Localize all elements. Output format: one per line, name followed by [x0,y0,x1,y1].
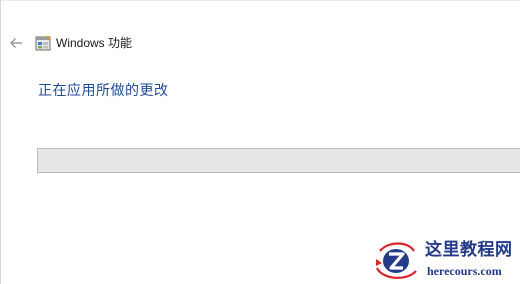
windows-features-icon [35,36,51,51]
watermark-url: herecours.com [427,264,502,278]
window-top-edge [1,0,520,1]
progress-bar [37,148,520,173]
watermark: 这里教程网 herecours.com [372,237,520,284]
applying-changes-heading: 正在应用所做的更改 [38,83,169,99]
window-title: Windows 功能 [56,36,133,50]
herecours-logo [375,242,417,279]
back-arrow-icon [10,38,22,48]
watermark-site-name: 这里教程网 [425,240,513,260]
back-button[interactable] [7,33,25,53]
